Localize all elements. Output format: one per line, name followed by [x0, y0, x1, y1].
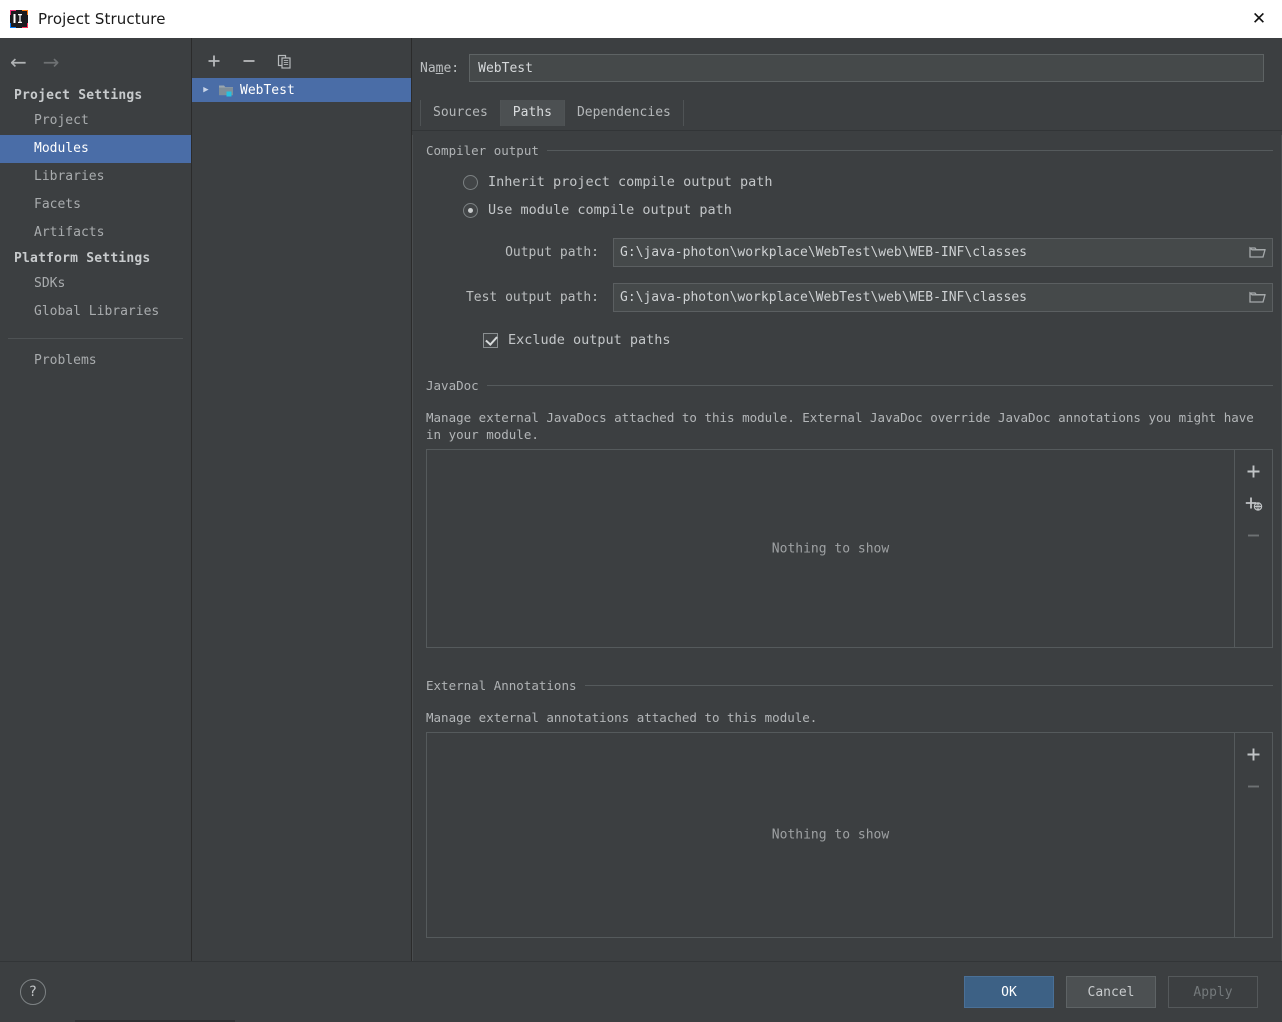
help-icon[interactable]: ?	[20, 979, 46, 1005]
group-rule	[584, 685, 1273, 686]
tab-dependencies[interactable]: Dependencies	[563, 100, 684, 126]
apply-button[interactable]: Apply	[1168, 976, 1258, 1008]
test-output-path-label: Test output path:	[465, 290, 599, 305]
output-path-field[interactable]	[613, 238, 1273, 267]
tree-row[interactable]: ▶ WebTest	[192, 78, 411, 102]
test-output-path-row: Test output path:	[421, 283, 1273, 312]
group-rule	[486, 385, 1273, 386]
javadoc-remove-button[interactable]	[1242, 524, 1266, 546]
chevron-right-icon[interactable]: ▶	[200, 84, 212, 96]
javadoc-description: Manage external JavaDocs attached to thi…	[426, 410, 1254, 442]
compiler-output-group-title: Compiler output	[426, 143, 539, 158]
exclude-output-paths-checkbox[interactable]	[483, 332, 498, 348]
folder-browse-icon[interactable]	[1242, 239, 1272, 266]
external-annotations-add-button[interactable]	[1242, 743, 1266, 765]
cancel-button[interactable]: Cancel	[1066, 976, 1156, 1008]
sidebar-group-project-settings: Project Settings	[14, 88, 143, 103]
ok-button[interactable]: OK	[964, 976, 1054, 1008]
sidebar-item-modules[interactable]: Modules	[0, 135, 191, 163]
window-title: Project Structure	[38, 10, 166, 28]
dialog-body: ← → Project Settings Project Modules Lib…	[0, 38, 1282, 961]
module-name-input[interactable]	[469, 54, 1264, 82]
exclude-output-paths-row[interactable]: Exclude output paths	[421, 332, 1273, 348]
javadoc-list-actions	[1234, 450, 1272, 647]
javadoc-list-container: Nothing to show	[426, 449, 1273, 648]
module-output-radio[interactable]	[463, 202, 478, 218]
sidebar-item-sdks[interactable]: SDKs	[0, 270, 191, 298]
forward-arrow-icon[interactable]: →	[43, 52, 60, 72]
settings-sidebar: ← → Project Settings Project Modules Lib…	[0, 38, 192, 961]
output-path-input[interactable]	[614, 245, 1242, 260]
sidebar-item-libraries[interactable]: Libraries	[0, 163, 191, 191]
module-folder-icon	[218, 82, 234, 98]
external-annotations-group-title: External Annotations	[426, 678, 577, 693]
external-annotations-list[interactable]: Nothing to show	[427, 733, 1234, 937]
inherit-output-radio-row[interactable]: Inherit project compile output path	[421, 174, 1273, 190]
javadoc-list[interactable]: Nothing to show	[427, 450, 1234, 647]
output-path-row: Output path:	[421, 238, 1273, 267]
module-tabs: Sources Paths Dependencies	[412, 100, 1282, 131]
sidebar-item-artifacts[interactable]: Artifacts	[0, 219, 191, 247]
tab-sources[interactable]: Sources	[420, 100, 501, 126]
external-annotations-empty-text: Nothing to show	[771, 827, 890, 843]
sidebar-divider	[8, 338, 183, 339]
remove-module-button[interactable]	[239, 51, 259, 71]
add-module-button[interactable]	[204, 51, 224, 71]
sidebar-item-problems[interactable]: Problems	[0, 347, 191, 375]
window-titlebar: Project Structure ✕	[0, 0, 1282, 38]
javadoc-empty-text: Nothing to show	[771, 541, 890, 556]
javadoc-add-button[interactable]	[1242, 460, 1266, 482]
module-name-row: Name:	[412, 38, 1282, 82]
output-path-label: Output path:	[505, 245, 599, 260]
test-output-path-field[interactable]	[613, 283, 1273, 312]
module-tree-panel: ▶ WebTest	[192, 38, 412, 961]
folder-browse-icon[interactable]	[1242, 284, 1272, 311]
inherit-output-label: Inherit project compile output path	[488, 174, 773, 190]
close-icon[interactable]: ✕	[1236, 0, 1282, 38]
module-tree-toolbar	[192, 46, 411, 76]
back-arrow-icon[interactable]: ←	[10, 52, 27, 72]
exclude-output-paths-label: Exclude output paths	[508, 332, 671, 348]
copy-module-icon[interactable]	[274, 51, 294, 71]
external-annotations-description: Manage external annotations attached to …	[426, 710, 818, 725]
tree-row-label: WebTest	[240, 82, 295, 98]
external-annotations-list-container: Nothing to show	[426, 732, 1273, 938]
javadoc-group-title: JavaDoc	[426, 378, 479, 393]
sidebar-item-facets[interactable]: Facets	[0, 191, 191, 219]
tab-filler	[682, 100, 1282, 126]
paths-scroll-area: Compiler output Inherit project compile …	[412, 135, 1282, 961]
dialog-footer: ? OK Cancel Apply	[0, 961, 1282, 1022]
module-output-radio-row[interactable]: Use module compile output path	[421, 202, 1273, 218]
javadoc-group-header: JavaDoc	[421, 378, 1273, 393]
module-name-label: Name:	[420, 60, 460, 76]
tab-paths[interactable]: Paths	[499, 100, 565, 126]
intellij-idea-logo-icon	[9, 9, 29, 29]
compiler-output-group-header: Compiler output	[421, 143, 1273, 158]
group-rule	[546, 150, 1273, 151]
sidebar-item-project[interactable]: Project	[0, 107, 191, 135]
sidebar-nav-arrows: ← →	[0, 46, 191, 78]
external-annotations-remove-button[interactable]	[1242, 775, 1266, 797]
test-output-path-input[interactable]	[614, 290, 1242, 305]
module-output-label: Use module compile output path	[488, 202, 732, 218]
javadoc-add-url-button[interactable]	[1242, 492, 1266, 514]
sidebar-item-global-libraries[interactable]: Global Libraries	[0, 298, 191, 326]
external-annotations-list-actions	[1234, 733, 1272, 937]
module-detail-panel: Name: Sources Paths Dependencies Compile…	[412, 38, 1282, 961]
module-tree-list: ▶ WebTest	[192, 76, 411, 102]
inherit-output-radio[interactable]	[463, 174, 478, 190]
sidebar-group-platform-settings: Platform Settings	[14, 251, 151, 266]
external-annotations-group-header: External Annotations	[421, 678, 1273, 693]
